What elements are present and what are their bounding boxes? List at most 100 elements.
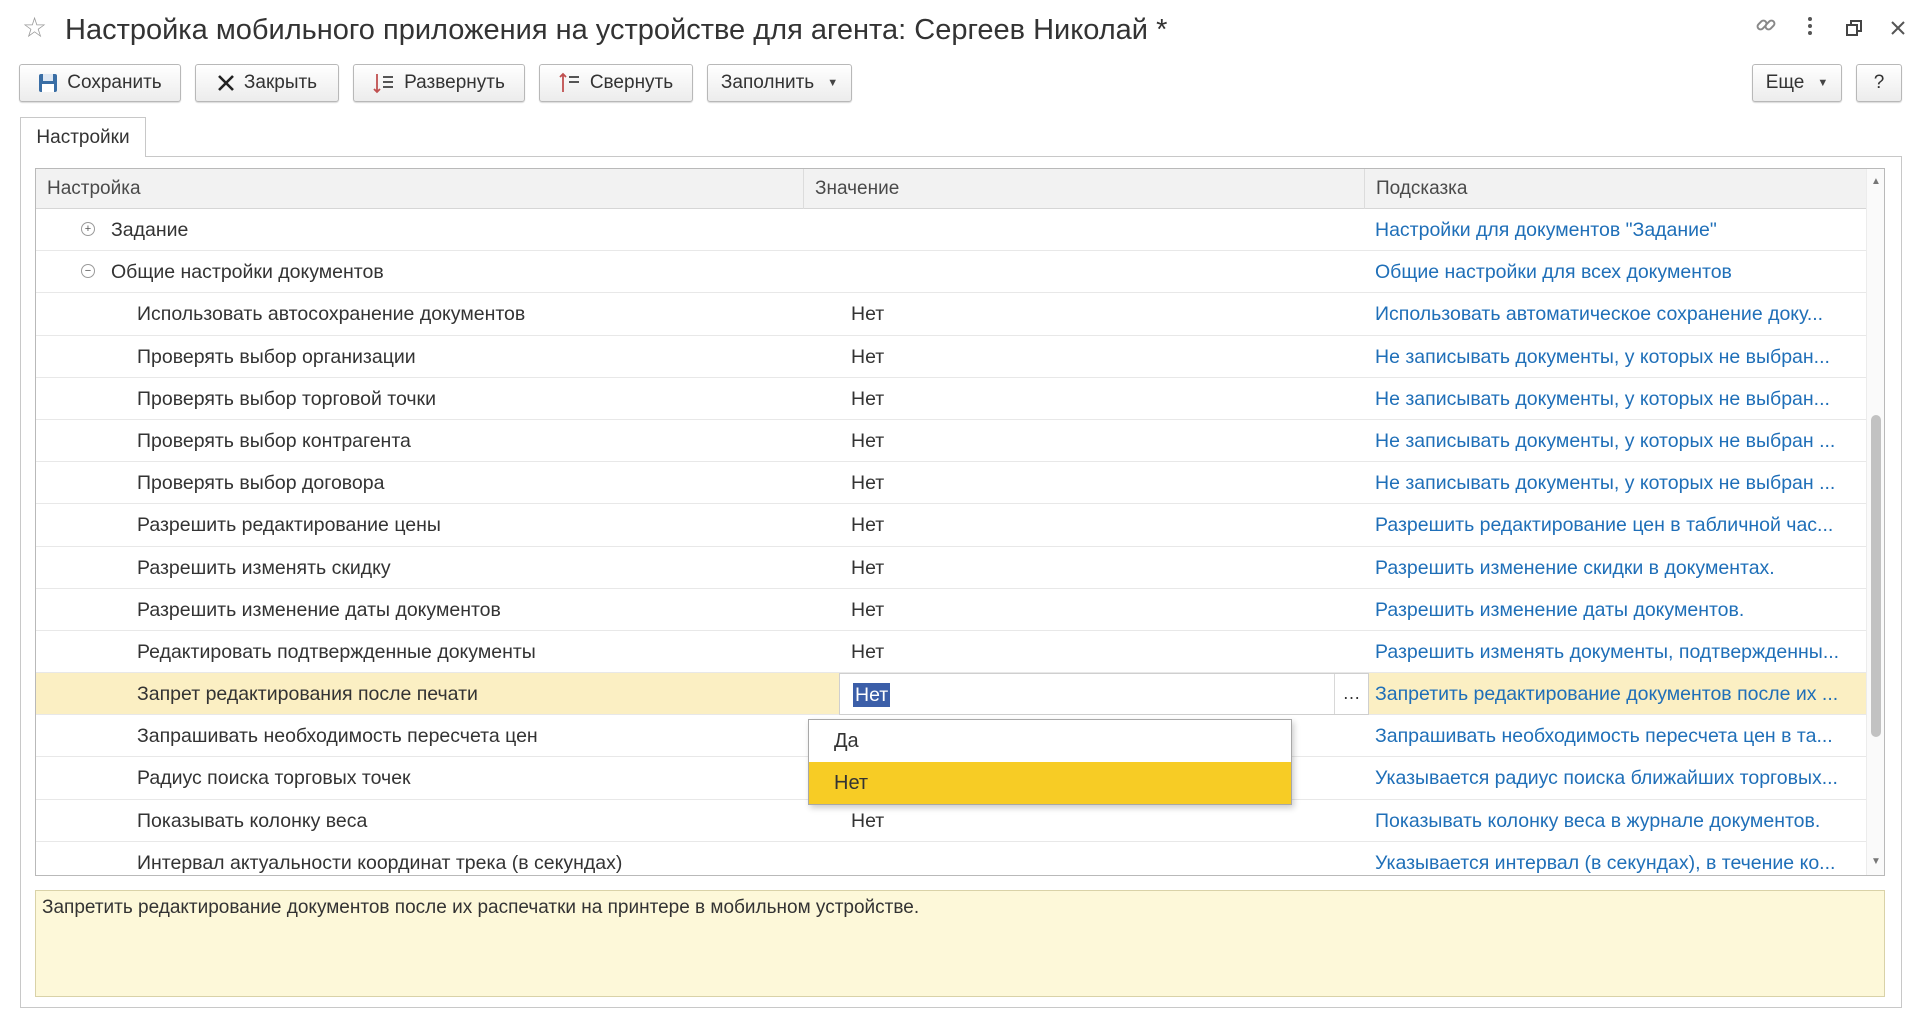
- column-header-setting[interactable]: Настройка: [36, 169, 804, 209]
- window-title: Настройка мобильного приложения на устро…: [65, 14, 1168, 46]
- value-editor-text[interactable]: Нет: [853, 683, 891, 708]
- more-button[interactable]: Еще ▼: [1752, 64, 1842, 102]
- row-setting: Проверять выбор организации: [137, 345, 416, 368]
- value-dropdown-list: Да Нет: [808, 719, 1292, 805]
- expand-button-label: Развернуть: [404, 72, 505, 93]
- scrollbar-thumb[interactable]: [1871, 415, 1881, 737]
- table-row[interactable]: Проверять выбор договора Нет Не записыва…: [36, 462, 1867, 505]
- row-setting: Общие настройки документов: [111, 261, 384, 284]
- chevron-down-icon: ▼: [827, 77, 839, 89]
- hint-panel-text: Запретить редактирование документов посл…: [42, 897, 920, 918]
- row-setting: Редактировать подтвержденные документы: [137, 640, 536, 663]
- collapse-tree-icon: [559, 72, 581, 94]
- table-row-selected[interactable]: Запрет редактирования после печати Нет ……: [36, 673, 1867, 716]
- row-value[interactable]: Нет: [851, 504, 1351, 546]
- row-value[interactable]: Нет: [851, 336, 1351, 378]
- row-hint: Запрашивать необходимость пересчета цен …: [1375, 725, 1833, 748]
- close-button-label: Закрыть: [243, 72, 318, 93]
- chevron-down-icon: ▼: [1817, 77, 1829, 89]
- table-row[interactable]: Показывать колонку веса Нет Показывать к…: [36, 800, 1867, 842]
- row-hint: Разрешить изменение даты документов.: [1375, 598, 1745, 621]
- fill-dropdown-button[interactable]: Заполнить ▼: [707, 64, 852, 102]
- row-setting: Проверять выбор контрагента: [137, 429, 411, 452]
- row-value[interactable]: Нет: [851, 800, 1351, 842]
- link-icon[interactable]: [1751, 14, 1781, 44]
- row-setting: Задание: [111, 219, 189, 241]
- table-row[interactable]: Проверять выбор контрагента Нет Не запис…: [36, 420, 1867, 463]
- row-hint: Настройки для документов "Задание": [1375, 219, 1717, 241]
- row-setting: Разрешить изменение даты документов: [137, 598, 501, 621]
- row-hint: Не записывать документы, у которых не вы…: [1375, 387, 1830, 410]
- row-hint: Не записывать документы, у которых не вы…: [1375, 345, 1830, 368]
- save-button[interactable]: Сохранить: [19, 64, 181, 102]
- column-header-value[interactable]: Значение: [804, 169, 1365, 209]
- title-bar: ☆ Настройка мобильного приложения на уст…: [0, 0, 1920, 60]
- table-row[interactable]: − Общие настройки документов Общие настро…: [36, 251, 1867, 294]
- row-value[interactable]: Нет: [851, 631, 1351, 673]
- column-header-hint[interactable]: Подсказка: [1365, 169, 1867, 209]
- row-hint: Разрешить изменять документы, подтвержде…: [1375, 640, 1840, 663]
- help-button-label: ?: [1873, 72, 1885, 93]
- table-row[interactable]: Разрешить редактирование цены Нет Разреш…: [36, 504, 1867, 547]
- expand-button[interactable]: Развернуть: [353, 64, 525, 102]
- close-x-icon: [217, 74, 235, 92]
- expand-tree-icon: [373, 72, 395, 94]
- close-icon[interactable]: [1883, 14, 1913, 44]
- row-hint: Не записывать документы, у которых не вы…: [1375, 472, 1836, 495]
- table-row[interactable]: Проверять выбор торговой точки Нет Не за…: [36, 378, 1867, 420]
- row-setting-cell: + Задание: [36, 209, 804, 251]
- row-setting: Проверять выбор договора: [137, 472, 385, 495]
- help-button[interactable]: ?: [1856, 64, 1902, 102]
- table-header: Настройка Значение Подсказка: [36, 169, 1867, 209]
- value-editor-field[interactable]: Нет …: [839, 673, 1369, 716]
- row-value[interactable]: [851, 209, 1351, 251]
- table-row[interactable]: Редактировать подтвержденные документы Н…: [36, 631, 1867, 674]
- row-hint: Не записывать документы, у которых не вы…: [1375, 429, 1836, 452]
- row-hint: Указывается интервал (в секундах), в теч…: [1375, 851, 1836, 874]
- more-button-label: Еще: [1765, 72, 1805, 93]
- row-value[interactable]: Нет: [851, 462, 1351, 504]
- row-setting: Разрешить изменять скидку: [137, 556, 391, 579]
- table-row[interactable]: Проверять выбор организации Нет Не запис…: [36, 336, 1867, 378]
- collapse-minus-icon[interactable]: −: [81, 264, 95, 279]
- table-row[interactable]: Использовать автосохранение документов Н…: [36, 293, 1867, 336]
- table-row[interactable]: Разрешить изменение даты документов Нет …: [36, 589, 1867, 631]
- row-setting: Проверять выбор торговой точки: [137, 387, 436, 410]
- row-setting-cell: − Общие настройки документов: [36, 251, 804, 293]
- row-setting: Радиус поиска торговых точек: [137, 767, 411, 790]
- table-row[interactable]: + Задание Настройки для документов "Задан…: [36, 209, 1867, 252]
- row-setting: Использовать автосохранение документов: [137, 303, 526, 326]
- row-setting: Разрешить редактирование цены: [137, 514, 441, 537]
- row-hint: Запретить редактирование документов посл…: [1375, 683, 1839, 706]
- row-value[interactable]: [851, 842, 1351, 875]
- row-hint: Показывать колонку веса в журнале докуме…: [1375, 809, 1821, 832]
- row-hint: Использовать автоматическое сохранение д…: [1375, 303, 1824, 326]
- collapse-button[interactable]: Свернуть: [539, 64, 693, 102]
- dropdown-option-no[interactable]: Нет: [809, 762, 1291, 804]
- close-button[interactable]: Закрыть: [195, 64, 339, 102]
- tab-settings[interactable]: Настройки: [20, 117, 146, 157]
- dropdown-option-yes[interactable]: Да: [809, 720, 1291, 762]
- table-row[interactable]: Разрешить изменять скидку Нет Разрешить …: [36, 547, 1867, 589]
- row-hint: Разрешить изменение скидки в документах.: [1375, 556, 1775, 579]
- save-button-label: Сохранить: [67, 72, 162, 93]
- more-vertical-icon[interactable]: [1795, 14, 1825, 44]
- expand-plus-icon[interactable]: +: [81, 221, 95, 236]
- row-value[interactable]: Нет: [851, 589, 1351, 631]
- row-value[interactable]: Нет: [851, 293, 1351, 335]
- star-icon[interactable]: ☆: [22, 12, 47, 44]
- hint-panel: Запретить редактирование документов посл…: [35, 890, 1885, 997]
- row-hint: Разрешить редактирование цен в табличной…: [1375, 514, 1834, 537]
- row-value[interactable]: [851, 251, 1351, 293]
- tab-settings-label: Настройки: [36, 126, 130, 148]
- table-row[interactable]: Интервал актуальности координат трека (в…: [36, 842, 1867, 875]
- choice-button[interactable]: …: [1334, 674, 1368, 715]
- fill-button-label: Заполнить: [720, 72, 815, 93]
- row-value[interactable]: Нет: [851, 378, 1351, 420]
- row-value[interactable]: Нет: [851, 420, 1351, 462]
- scroll-up-icon[interactable]: ▲: [1867, 173, 1884, 191]
- restore-icon[interactable]: [1839, 14, 1869, 44]
- scroll-down-icon[interactable]: ▼: [1867, 853, 1884, 871]
- vertical-scrollbar[interactable]: ▲ ▼: [1866, 169, 1884, 875]
- row-value[interactable]: Нет: [851, 547, 1351, 589]
